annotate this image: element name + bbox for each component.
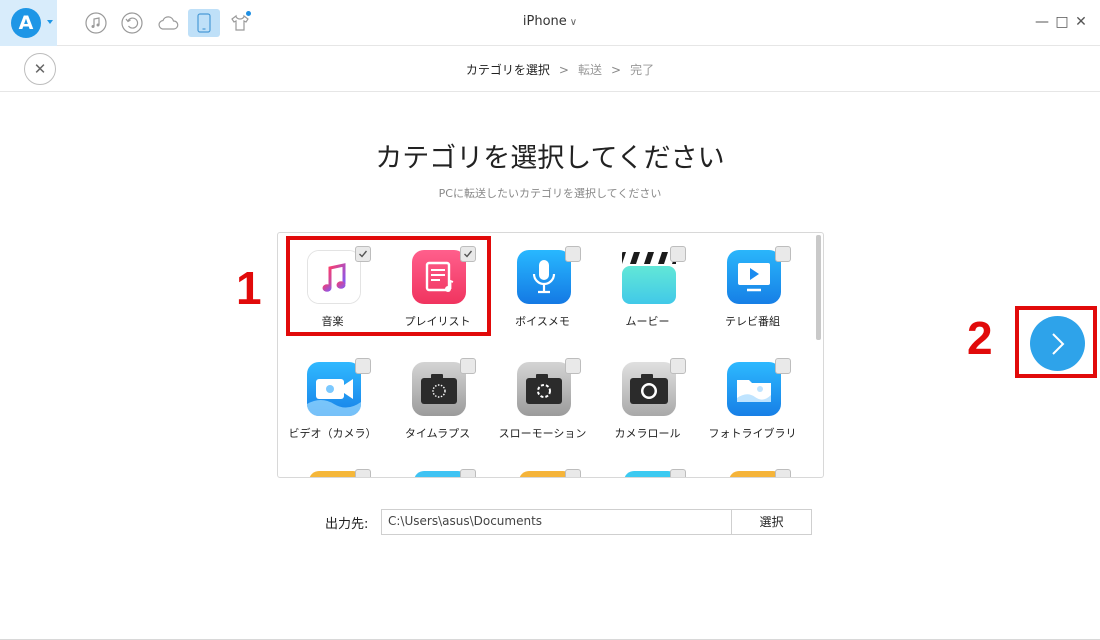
select-folder-button[interactable]: 選択 [731, 509, 812, 535]
device-button[interactable] [188, 9, 220, 37]
breadcrumb: カテゴリを選択 > 転送 > 完了 [440, 61, 680, 78]
chevron-down-icon: ∨ [569, 17, 578, 28]
category-voice-memo[interactable]: ボイスメモ [490, 233, 595, 338]
category-checkbox[interactable] [565, 246, 581, 262]
category-video-camera[interactable]: ビデオ（カメラ） [280, 345, 385, 450]
category-checkbox[interactable] [775, 358, 791, 374]
category-checkbox[interactable] [565, 358, 581, 374]
page-subtitle: PCに転送したいカテゴリを選択してください [438, 187, 662, 200]
app-window: A iPhone ∨ — □ ✕ ✕ カテゴリを選択 > 転送 > 完了 カテゴ… [0, 0, 1100, 640]
annotation-number-1: 1 [236, 262, 262, 314]
device-selector[interactable]: iPhone ∨ [470, 14, 630, 29]
camera-roll-icon [622, 362, 676, 416]
tv-icon [727, 250, 781, 304]
photo-library-icon [727, 362, 781, 416]
category-label: タイムラプス [404, 427, 471, 440]
category-checkbox[interactable] [670, 469, 686, 477]
category-label: スローモーション [498, 427, 587, 440]
category-checkbox[interactable] [460, 469, 476, 477]
category-movie[interactable]: ムービー [595, 233, 700, 338]
movie-icon [622, 250, 676, 304]
category-slow-motion[interactable]: スローモーション [490, 345, 595, 450]
category-label: テレビ番組 [725, 315, 780, 328]
category-checkbox[interactable] [355, 358, 371, 374]
category-checkbox[interactable] [670, 246, 686, 262]
category-label: カメラロール [614, 427, 681, 440]
step-complete: 完了 [630, 63, 655, 77]
category-checkbox[interactable] [670, 358, 686, 374]
slow-motion-icon [517, 362, 571, 416]
timelapse-icon [412, 362, 466, 416]
category-checkbox[interactable] [355, 469, 371, 477]
category-checkbox[interactable] [460, 358, 476, 374]
step-select-category: カテゴリを選択 [465, 63, 550, 77]
video-camera-icon [307, 362, 361, 416]
voice-memo-icon [517, 250, 571, 304]
step-transfer: 転送 [577, 63, 602, 77]
phone-icon [197, 13, 211, 33]
step-separator: > [558, 63, 569, 77]
close-icon[interactable]: ✕ [1073, 14, 1089, 30]
category-tv[interactable]: テレビ番組 [700, 233, 805, 338]
category-checkbox[interactable] [775, 246, 791, 262]
maximize-icon[interactable]: □ [1054, 14, 1070, 30]
notification-dot [246, 11, 251, 16]
annotation-box-1 [286, 236, 491, 336]
annotation-number-2: 2 [967, 312, 993, 364]
step-bar: ✕ カテゴリを選択 > 転送 > 完了 [0, 46, 1100, 92]
app-logo-button[interactable]: A [0, 0, 57, 46]
category-camera-roll[interactable]: カメラロール [595, 345, 700, 450]
category-label: ビデオ（カメラ） [288, 427, 377, 440]
category-label: フォトライブラリ [708, 427, 797, 440]
category-label: ムービー [625, 315, 670, 328]
scrollbar[interactable] [816, 235, 821, 340]
category-checkbox[interactable] [775, 469, 791, 477]
music-note-icon[interactable] [84, 11, 108, 35]
output-label: 出力先: [325, 517, 369, 532]
app-logo-icon: A [11, 8, 41, 38]
category-label: ボイスメモ [515, 315, 570, 328]
device-name: iPhone [522, 14, 567, 29]
page-title: カテゴリを選択してください [375, 143, 725, 174]
category-checkbox[interactable] [565, 469, 581, 477]
restore-icon[interactable] [120, 11, 144, 35]
close-icon[interactable]: ✕ [24, 53, 56, 85]
annotation-box-2 [1015, 306, 1097, 378]
minimize-icon[interactable]: — [1034, 14, 1050, 30]
cloud-icon[interactable] [156, 11, 180, 35]
step-separator: > [611, 63, 622, 77]
title-bar: A iPhone ∨ — □ ✕ [0, 0, 1100, 46]
output-path-field[interactable]: C:\Users\asus\Documents [381, 509, 732, 535]
chevron-down-icon [47, 20, 53, 24]
category-photo-library[interactable]: フォトライブラリ [700, 345, 805, 450]
category-timelapse[interactable]: タイムラプス [385, 345, 490, 450]
